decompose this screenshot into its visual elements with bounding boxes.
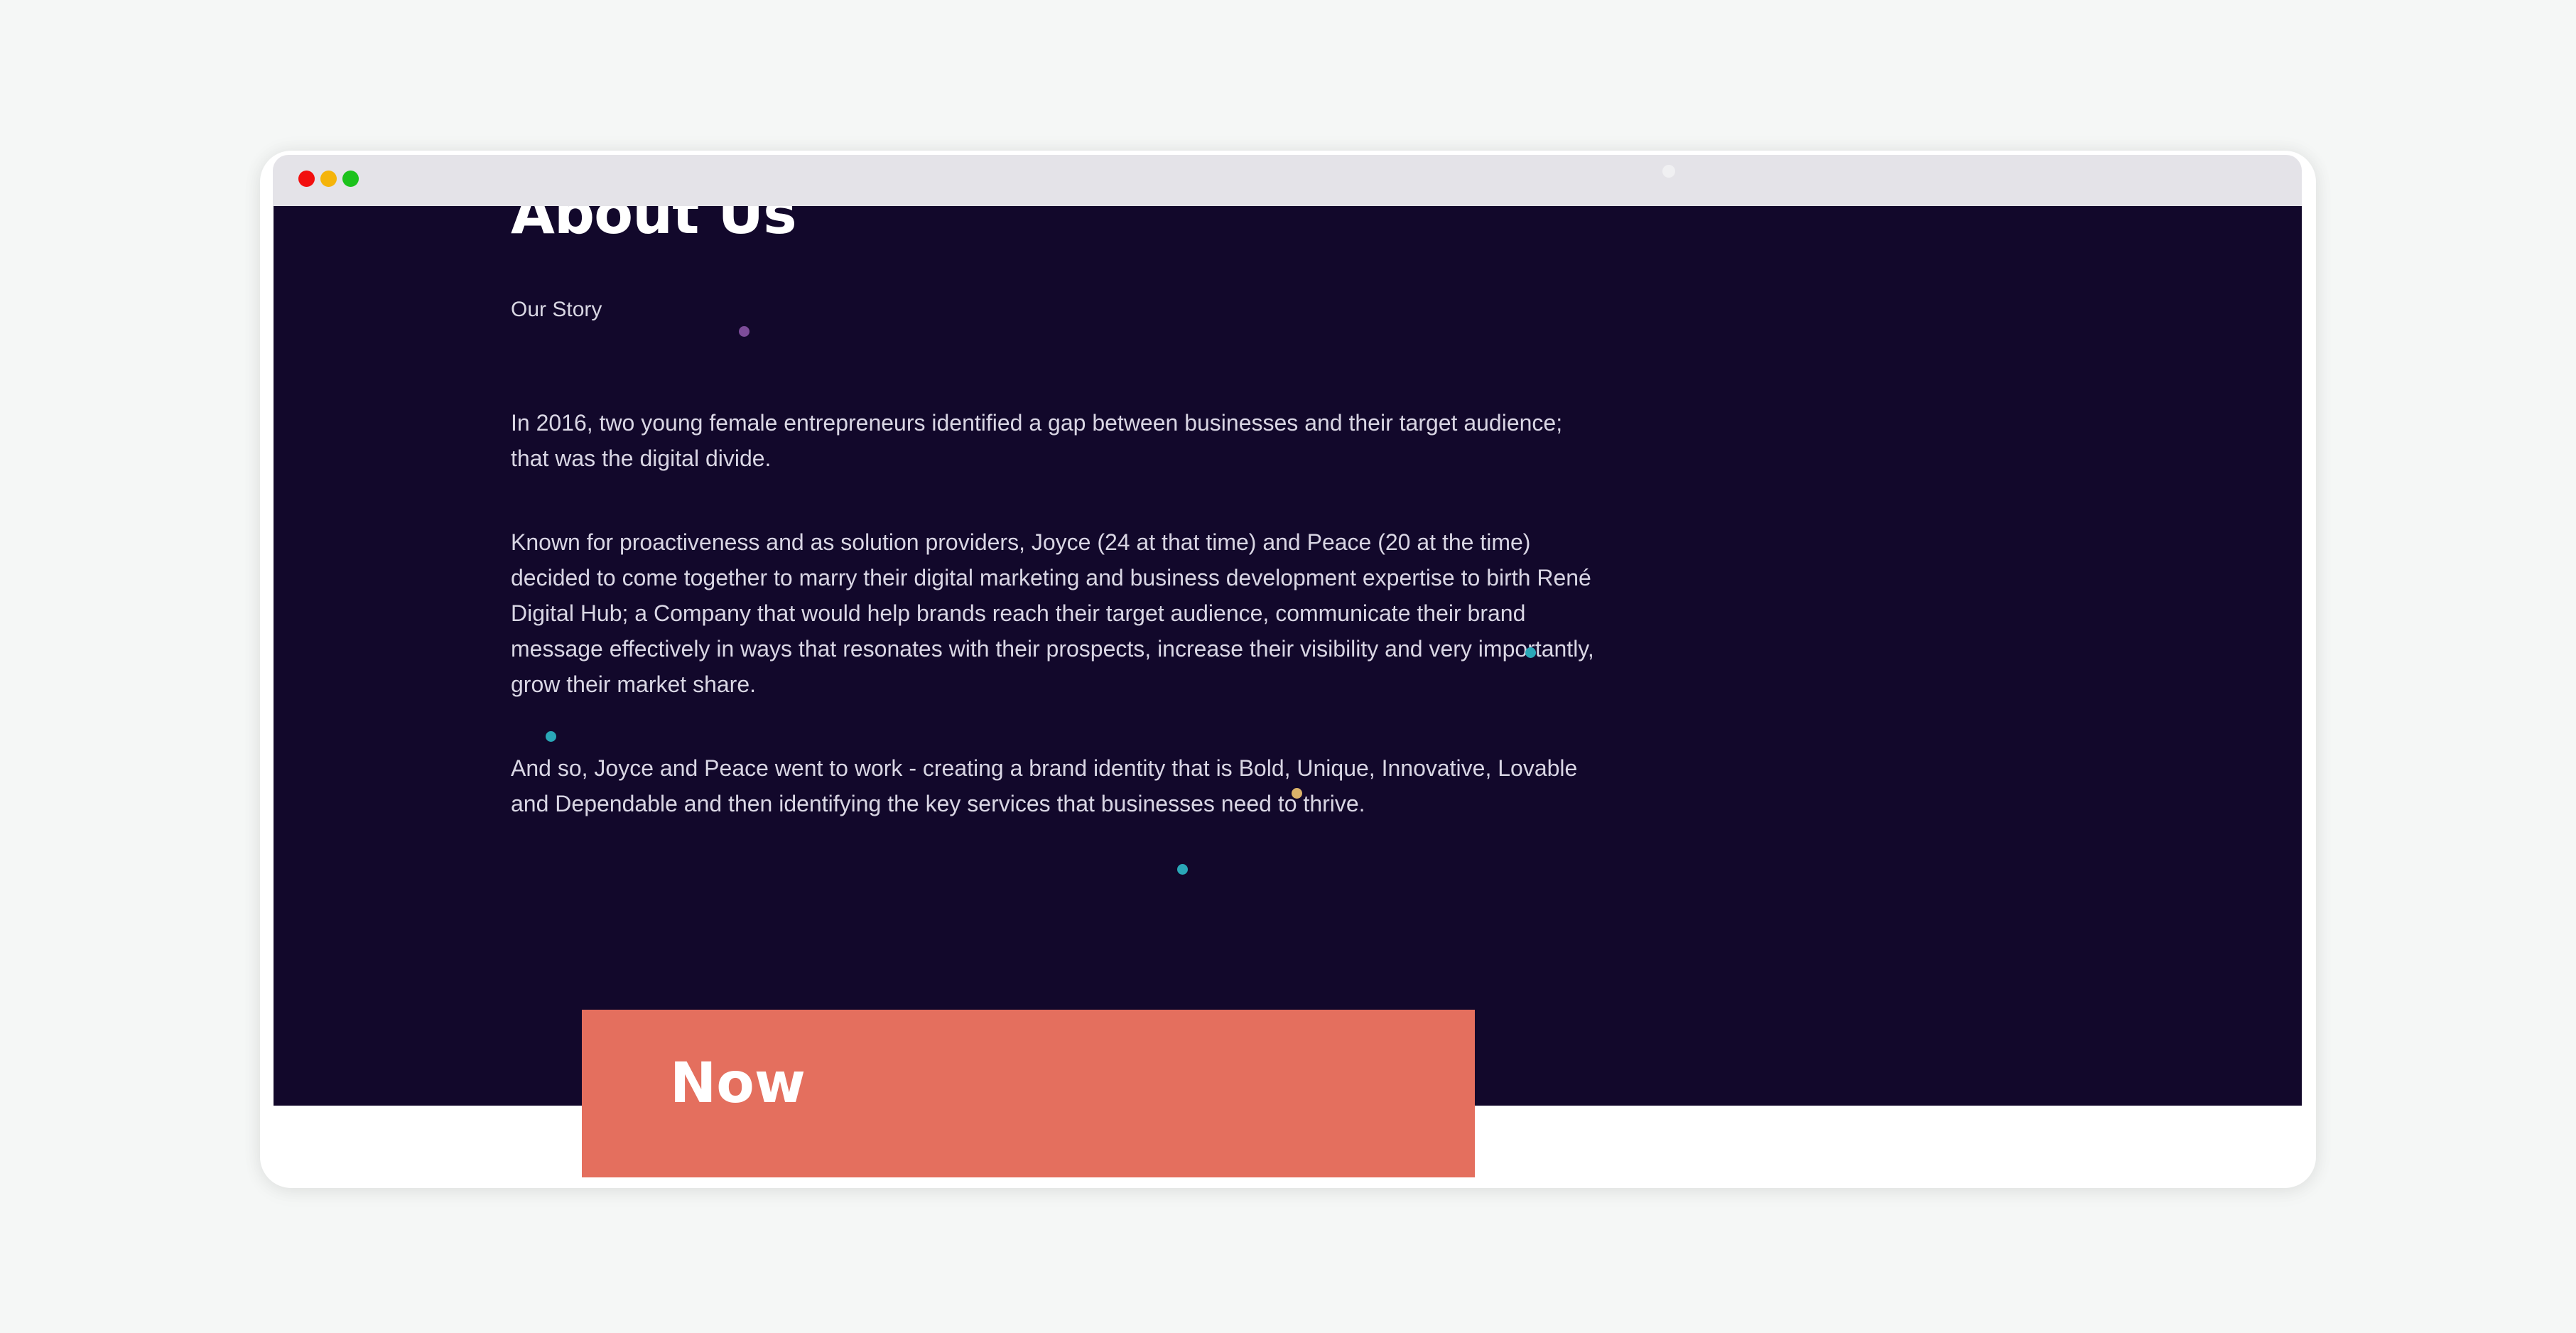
titlebar-highlight [1662,165,1675,178]
minimize-window-button[interactable] [320,171,337,187]
now-section-title: Now [670,1052,806,1116]
story-text: In 2016, two young female entrepreneurs … [511,405,1605,870]
browser-titlebar [273,155,2302,206]
now-section-card: Now [582,1010,1475,1177]
decorative-particle [1292,788,1302,799]
story-paragraph: In 2016, two young female entrepreneurs … [511,410,1563,471]
decorative-particle [1525,647,1536,658]
page-title: About Us [511,206,797,247]
decorative-particle [739,326,749,337]
story-paragraph: Known for proactiveness and as solution … [511,529,1594,697]
story-paragraph: And so, Joyce and Peace went to work - c… [511,755,1578,816]
zoom-window-button[interactable] [342,171,359,187]
close-window-button[interactable] [298,171,315,187]
page-viewport: About Us Our Story In 2016, two young fe… [274,206,2302,1106]
section-subtitle: Our Story [511,298,602,321]
decorative-particle [546,731,556,742]
decorative-particle [1177,864,1188,875]
